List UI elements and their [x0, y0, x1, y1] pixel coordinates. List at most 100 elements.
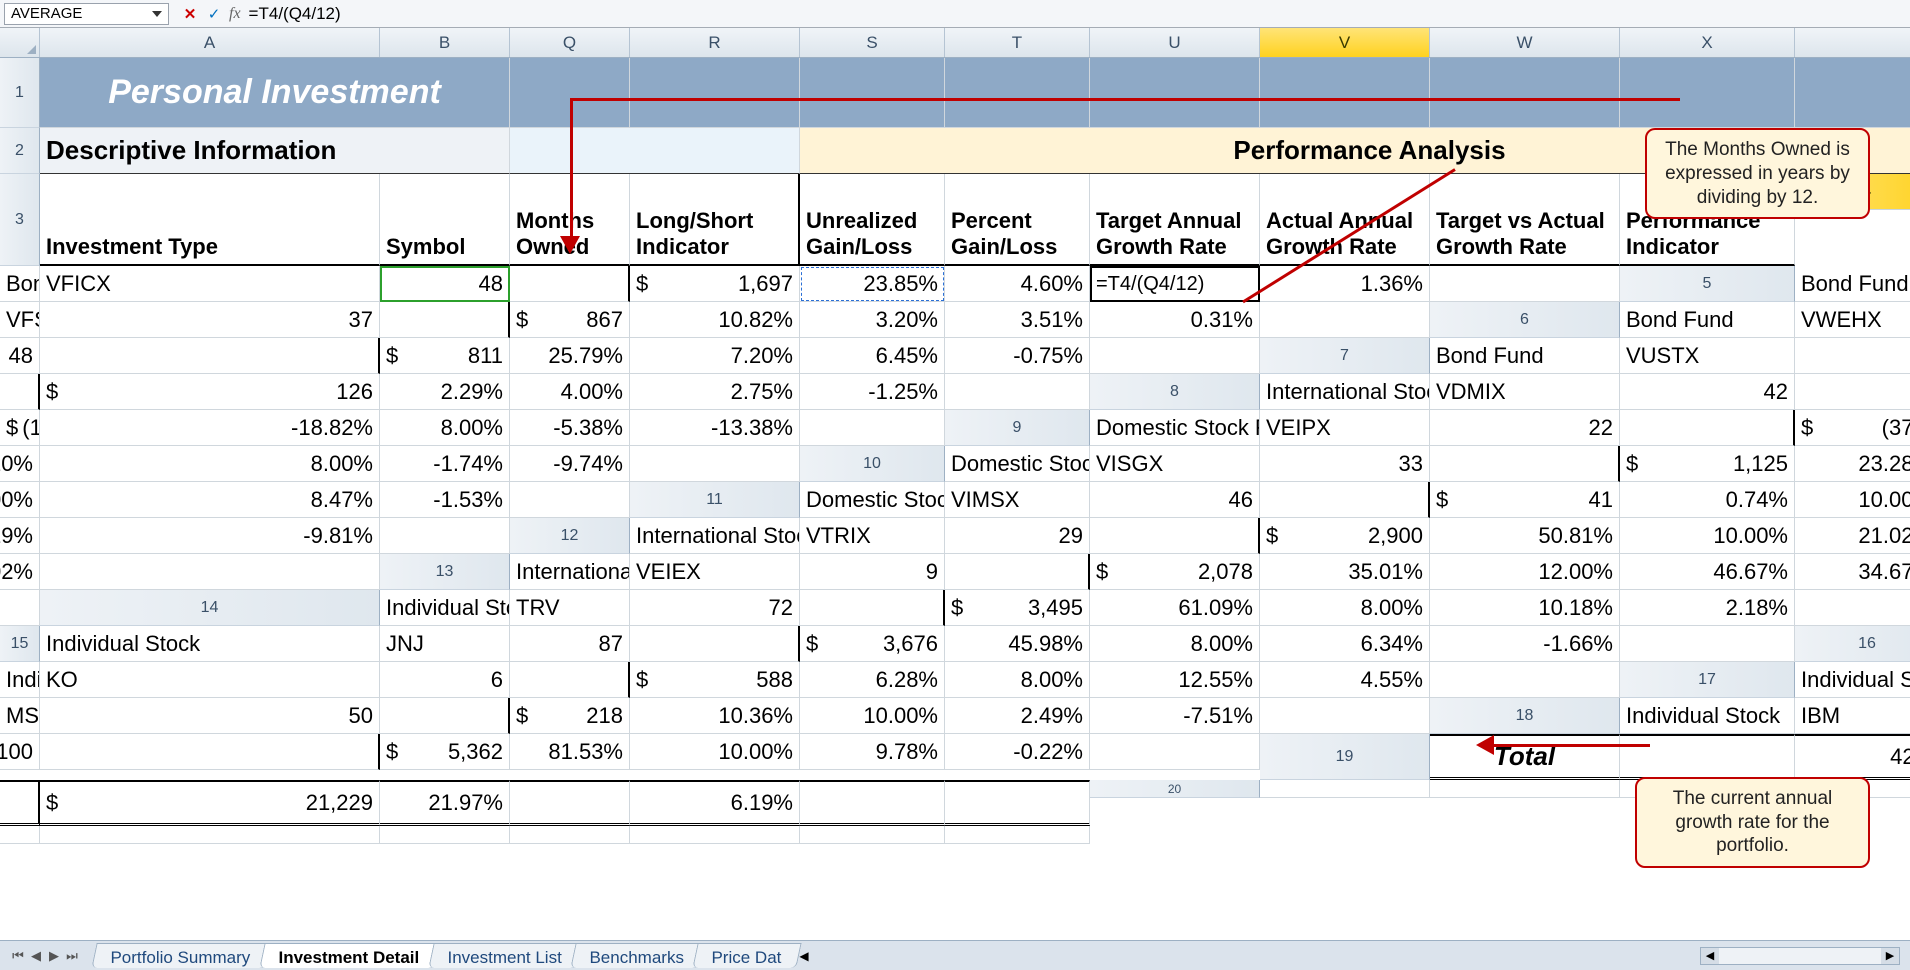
cell-performance-indicator[interactable]	[1090, 734, 1260, 770]
cell-target-growth[interactable]: 8.00%	[380, 410, 510, 446]
empty-cell[interactable]	[510, 826, 630, 844]
row-header-2[interactable]: 2	[0, 128, 40, 174]
cell-performance-indicator[interactable]	[380, 518, 510, 554]
empty-cell[interactable]	[40, 826, 380, 844]
row-header-14[interactable]: 14	[40, 590, 380, 626]
cell-symbol[interactable]: JNJ	[380, 626, 510, 662]
cell-symbol[interactable]: TRV	[510, 590, 630, 626]
cell-type[interactable]: Domestic Stock Fund	[945, 446, 1090, 482]
cell-target-growth[interactable]: 8.00%	[945, 662, 1090, 698]
cell-unrealized[interactable]: $3,495	[945, 590, 1090, 626]
empty-cell[interactable]	[0, 826, 40, 844]
tab-nav-prev[interactable]: ◀	[28, 948, 44, 964]
cell-target-growth[interactable]: 8.00%	[1260, 590, 1430, 626]
cell-type[interactable]: International Stock Fund	[510, 554, 630, 590]
cell-symbol[interactable]: VFSTX	[0, 302, 40, 338]
cell-performance-indicator[interactable]	[1620, 626, 1795, 662]
cell-long-short[interactable]	[510, 266, 630, 302]
cell-target-vs-actual[interactable]: 0.31%	[1090, 302, 1260, 338]
cell-months[interactable]: 72	[630, 590, 800, 626]
sheet-tab-portfolio-summary[interactable]: Portfolio Summary	[91, 943, 270, 968]
col-header-X[interactable]: X	[1620, 28, 1795, 57]
cell-long-short[interactable]	[380, 302, 510, 338]
cell-percent-gl[interactable]: -18.82%	[40, 410, 380, 446]
cell-percent-gl[interactable]: 23.85%	[800, 266, 945, 302]
col-header-T[interactable]: T	[945, 28, 1090, 57]
cell-months[interactable]: 9	[800, 554, 945, 590]
cell-actual-growth[interactable]: 8.47%	[40, 482, 380, 518]
cell-target-vs-actual[interactable]: 1.36%	[1260, 266, 1430, 302]
cell-percent-gl[interactable]: 35.01%	[1260, 554, 1430, 590]
row-header-5[interactable]: 5	[1620, 266, 1795, 302]
cell-target-growth[interactable]: 10.00%	[1795, 482, 1910, 518]
cell-unrealized[interactable]: $5,362	[380, 734, 510, 770]
cell-symbol[interactable]: VUSTX	[1620, 338, 1795, 374]
cell-months[interactable]: 29	[945, 518, 1090, 554]
name-box[interactable]: AVERAGE	[4, 3, 169, 25]
cell-target-growth[interactable]: 4.60%	[945, 266, 1090, 302]
row-header-19[interactable]: 19	[1260, 734, 1430, 780]
cell-actual-growth[interactable]: -1.74%	[380, 446, 510, 482]
cell-percent-gl[interactable]: 10.82%	[630, 302, 800, 338]
cell-symbol[interactable]: VEIEX	[630, 554, 800, 590]
cell-months[interactable]: 6	[380, 662, 510, 698]
cell-percent-gl[interactable]: 2.29%	[380, 374, 510, 410]
row-header-11[interactable]: 11	[630, 482, 800, 518]
cell-long-short[interactable]	[510, 662, 630, 698]
row-header-16[interactable]: 16	[1795, 626, 1910, 662]
row-header-1[interactable]: 1	[0, 58, 40, 128]
cell-symbol[interactable]: VTRIX	[800, 518, 945, 554]
cell-target-vs-actual[interactable]: 11.02%	[0, 554, 40, 590]
cell-symbol[interactable]: MSFT	[0, 698, 40, 734]
cell-months[interactable]: 10	[1795, 338, 1910, 374]
cell-percent-gl[interactable]: 81.53%	[510, 734, 630, 770]
cell-long-short[interactable]	[0, 374, 40, 410]
cell-performance-indicator[interactable]	[40, 554, 380, 590]
chevron-down-icon[interactable]	[152, 11, 162, 17]
cell-target-vs-actual[interactable]: -9.81%	[40, 518, 380, 554]
cell-percent-gl[interactable]: 10.36%	[630, 698, 800, 734]
cell-performance-indicator[interactable]	[630, 446, 800, 482]
cell-type[interactable]: Individual Stock	[1795, 662, 1910, 698]
cell-type[interactable]: Domestic Stock Fund	[800, 482, 945, 518]
cell-unrealized[interactable]: $(373)	[1795, 410, 1910, 446]
col-header-Q[interactable]: Q	[510, 28, 630, 57]
col-header-R[interactable]: R	[630, 28, 800, 57]
cell-unrealized[interactable]: $41	[1430, 482, 1620, 518]
cell-symbol[interactable]: VWEHX	[1795, 302, 1910, 338]
cell-unrealized[interactable]: $588	[630, 662, 800, 698]
fx-icon[interactable]: fx	[229, 5, 241, 23]
cell-performance-indicator[interactable]	[1260, 698, 1430, 734]
cell-long-short[interactable]	[1260, 482, 1430, 518]
sheet-tab-benchmarks[interactable]: Benchmarks	[570, 943, 704, 968]
col-header-A[interactable]: A	[40, 28, 380, 57]
cell-target-growth[interactable]: 10.00%	[1620, 518, 1795, 554]
cell-unrealized[interactable]: $218	[510, 698, 630, 734]
row-header-6[interactable]: 6	[1430, 302, 1620, 338]
cell-target-growth[interactable]: 12.00%	[1430, 554, 1620, 590]
cell-unrealized[interactable]: $1,125	[1620, 446, 1795, 482]
cell-months[interactable]: 48	[380, 266, 510, 302]
cell-unrealized[interactable]: $(1,382)	[0, 410, 40, 446]
cell-symbol[interactable]: KO	[40, 662, 380, 698]
cell-actual-growth[interactable]: 3.51%	[945, 302, 1090, 338]
scroll-right-button[interactable]: ▶	[1881, 948, 1899, 964]
cell-unrealized[interactable]: $126	[40, 374, 380, 410]
cell-target-growth[interactable]: 7.20%	[630, 338, 800, 374]
cell-symbol[interactable]: VFICX	[40, 266, 380, 302]
cell-actual-growth[interactable]: 46.67%	[1620, 554, 1795, 590]
cell-long-short[interactable]	[380, 698, 510, 734]
cell-actual-growth[interactable]: 2.75%	[630, 374, 800, 410]
cell-percent-gl[interactable]: 45.98%	[945, 626, 1090, 662]
cell-target-growth[interactable]: 8.00%	[1090, 626, 1260, 662]
cell-symbol[interactable]: IBM	[1795, 698, 1910, 734]
cell-months[interactable]: 87	[510, 626, 630, 662]
cell-months[interactable]: 33	[1260, 446, 1430, 482]
accept-formula-button[interactable]: ✓	[205, 5, 223, 23]
sheet-tab-price-data[interactable]: Price Dat	[693, 943, 802, 968]
cell-long-short[interactable]	[800, 590, 945, 626]
empty-cell[interactable]	[1260, 780, 1430, 798]
cell-type[interactable]: Individual Stock	[1620, 698, 1795, 734]
empty-cell[interactable]	[800, 826, 945, 844]
cell-unrealized[interactable]: $811	[380, 338, 510, 374]
